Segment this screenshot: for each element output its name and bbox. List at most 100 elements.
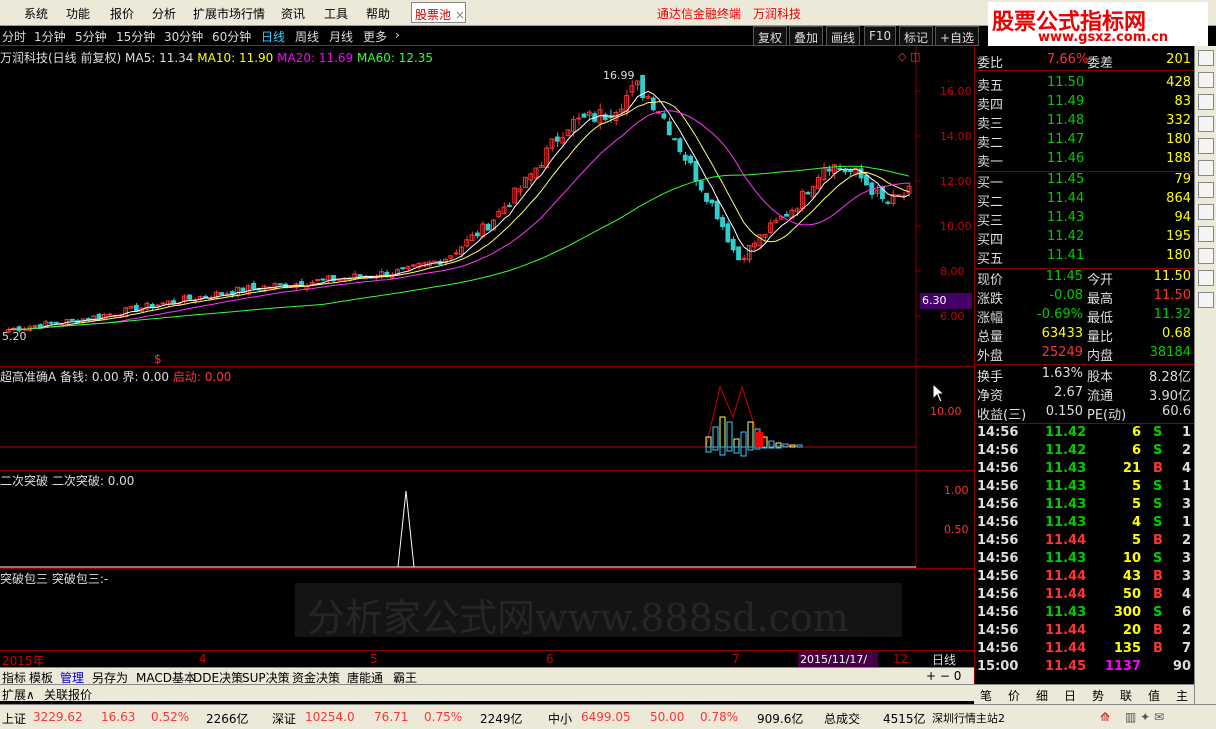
period-tab[interactable]: 5分钟 [75, 28, 107, 45]
obv-icon[interactable] [1198, 270, 1214, 286]
period-tab[interactable]: 分时 [2, 28, 26, 45]
zoom-controls[interactable]: + − 0 [926, 669, 961, 683]
bid-row[interactable]: 买三 11.43 94 [975, 210, 1195, 229]
bid-row[interactable]: 买二 11.44 864 [975, 191, 1195, 210]
more-icon[interactable] [1198, 292, 1214, 308]
tick-row[interactable]: 14:56 11.43 10 S 3 [975, 551, 1195, 569]
tick-row[interactable]: 14:56 11.44 5 B 2 [975, 533, 1195, 551]
menu-function[interactable]: 功能 [66, 5, 90, 22]
day-period-button[interactable]: 日线 [929, 650, 974, 667]
diamond-icon[interactable]: ◇ ◫ [898, 50, 920, 63]
candle-body [704, 192, 709, 202]
tick-count: 3 [1181, 569, 1191, 584]
draw-line-button[interactable]: 画线 [826, 26, 861, 46]
fundamental-value: 60.6 [1162, 404, 1191, 419]
indicator-pane-1[interactable]: 超高准确A 备钱: 0.00 界: 0.00 启动: 0.00 10.00 [0, 366, 974, 471]
candle-body [160, 302, 166, 305]
tick-row[interactable]: 14:56 11.43 21 B 4 [975, 461, 1195, 479]
period-tab[interactable]: 60分钟 [212, 28, 251, 45]
period-tab-active[interactable]: 日线 [261, 28, 285, 45]
indicator-pane-2[interactable]: 二次突破 二次突破: 0.00 1.00 0.50 [0, 470, 974, 569]
mark-button[interactable]: 标记 [899, 26, 934, 46]
period-tab[interactable]: 更多 [363, 28, 387, 45]
quote-tab[interactable]: 细 [1036, 687, 1048, 704]
menu-news[interactable]: 资讯 [281, 5, 305, 22]
tick-side: S [1153, 497, 1163, 512]
server-name[interactable]: 深圳行情主站2 [932, 710, 1005, 726]
menu-ext-market[interactable]: 扩展市场行情 [193, 5, 265, 22]
boll-icon[interactable] [1198, 226, 1214, 242]
stock-pool-button[interactable]: 股票池 × [411, 2, 466, 23]
expand-button[interactable]: 扩展∧ [2, 686, 35, 703]
period-tab[interactable]: 周线 [295, 28, 319, 45]
quote-tab[interactable]: 联 [1120, 687, 1132, 704]
close-icon[interactable]: × [455, 8, 465, 22]
k-line-icon[interactable] [1198, 50, 1214, 66]
candle-body [32, 325, 38, 328]
tick-row[interactable]: 14:56 11.44 135 B 7 [975, 641, 1195, 659]
quote-tab[interactable]: 笔 [980, 687, 992, 704]
time-share-icon[interactable] [1198, 72, 1214, 88]
sh-change: 16.63 [101, 710, 136, 724]
period-tab[interactable]: 15分钟 [116, 28, 155, 45]
indicator-1-bar [796, 444, 803, 448]
quote-tab[interactable]: 日 [1064, 687, 1076, 704]
bid-row[interactable]: 买一 11.45 79 [975, 172, 1195, 191]
period-tab[interactable]: 1分钟 [34, 28, 66, 45]
quote-tab[interactable]: 主 [1176, 687, 1188, 704]
tick-price: 11.44 [1045, 641, 1087, 656]
period-tab[interactable]: 月线 [329, 28, 353, 45]
bid-row[interactable]: 买五 11.41 180 [975, 248, 1195, 267]
price-tick-label: 6.00 [940, 310, 965, 323]
tick-row[interactable]: 14:56 11.43 300 S 6 [975, 605, 1195, 623]
tick-row[interactable]: 14:56 11.42 6 S 2 [975, 443, 1195, 461]
ask-label: 卖二 [977, 136, 1004, 151]
add-favorite-button[interactable]: +自选 [935, 26, 980, 46]
ask-row[interactable]: 卖四 11.49 83 [975, 94, 1195, 113]
tick-row[interactable]: 14:56 11.42 6 S 1 [975, 425, 1195, 443]
tick-row[interactable]: 14:56 11.43 5 S 1 [975, 479, 1195, 497]
connect-icon[interactable]: ⟰ [1100, 710, 1110, 724]
candle-body [277, 283, 283, 286]
chevron-right-icon[interactable]: › [395, 28, 400, 42]
tick-row[interactable]: 14:56 11.43 5 S 3 [975, 497, 1195, 515]
rsi-icon[interactable] [1198, 204, 1214, 220]
indicator-1-bar-neg [775, 446, 782, 449]
kline-chart[interactable]: 16.00 14.00 12.00 10.00 8.00 6.00 万润科技(日线 前复权… [0, 46, 974, 366]
f10-icon[interactable] [1198, 138, 1214, 154]
menu-analysis[interactable]: 分析 [152, 5, 176, 22]
ask-row[interactable]: 卖二 11.47 180 [975, 132, 1195, 151]
ask-row[interactable]: 卖三 11.48 332 [975, 113, 1195, 132]
ask-price: 11.50 [1047, 75, 1085, 90]
period-tab[interactable]: 30分钟 [164, 28, 203, 45]
related-quote-button[interactable]: 关联报价 [44, 686, 92, 703]
ask-row[interactable]: 卖五 11.50 428 [975, 75, 1195, 94]
adjust-button[interactable]: 复权 [753, 26, 788, 46]
overlay-button[interactable]: 叠加 [789, 26, 824, 46]
tick-price: 11.43 [1045, 551, 1087, 566]
tick-row[interactable]: 15:00 11.45 1137 90 [975, 659, 1195, 677]
f10-button[interactable]: F10 [864, 26, 897, 46]
ask-row[interactable]: 卖一 11.46 188 [975, 151, 1195, 170]
macd-icon[interactable] [1198, 160, 1214, 176]
tick-row[interactable]: 14:56 11.44 20 B 2 [975, 623, 1195, 641]
indicator-icon[interactable] [1198, 94, 1214, 110]
tick-row[interactable]: 14:56 11.43 4 S 1 [975, 515, 1195, 533]
tick-time: 14:56 [977, 443, 1019, 458]
bid-row[interactable]: 买四 11.42 195 [975, 229, 1195, 248]
vol-icon[interactable] [1198, 248, 1214, 264]
kdj-icon[interactable] [1198, 182, 1214, 198]
quote-tab[interactable]: 价 [1008, 687, 1020, 704]
menu-help[interactable]: 帮助 [366, 5, 390, 22]
indicator-1-bar [719, 416, 726, 448]
draw-icon[interactable] [1198, 116, 1214, 132]
menu-quote[interactable]: 报价 [110, 5, 134, 22]
tick-row[interactable]: 14:56 11.44 50 B 4 [975, 587, 1195, 605]
tick-price: 11.42 [1045, 425, 1087, 440]
quote-tab[interactable]: 势 [1092, 687, 1104, 704]
menu-tools[interactable]: 工具 [324, 5, 348, 22]
indicator-pane-3[interactable]: 突破包三 突破包三:- 分析家公式网www.888sd.com [0, 568, 974, 650]
tick-row[interactable]: 14:56 11.44 43 B 3 [975, 569, 1195, 587]
quote-tab[interactable]: 值 [1148, 687, 1160, 704]
menu-system[interactable]: 系统 [24, 5, 48, 22]
